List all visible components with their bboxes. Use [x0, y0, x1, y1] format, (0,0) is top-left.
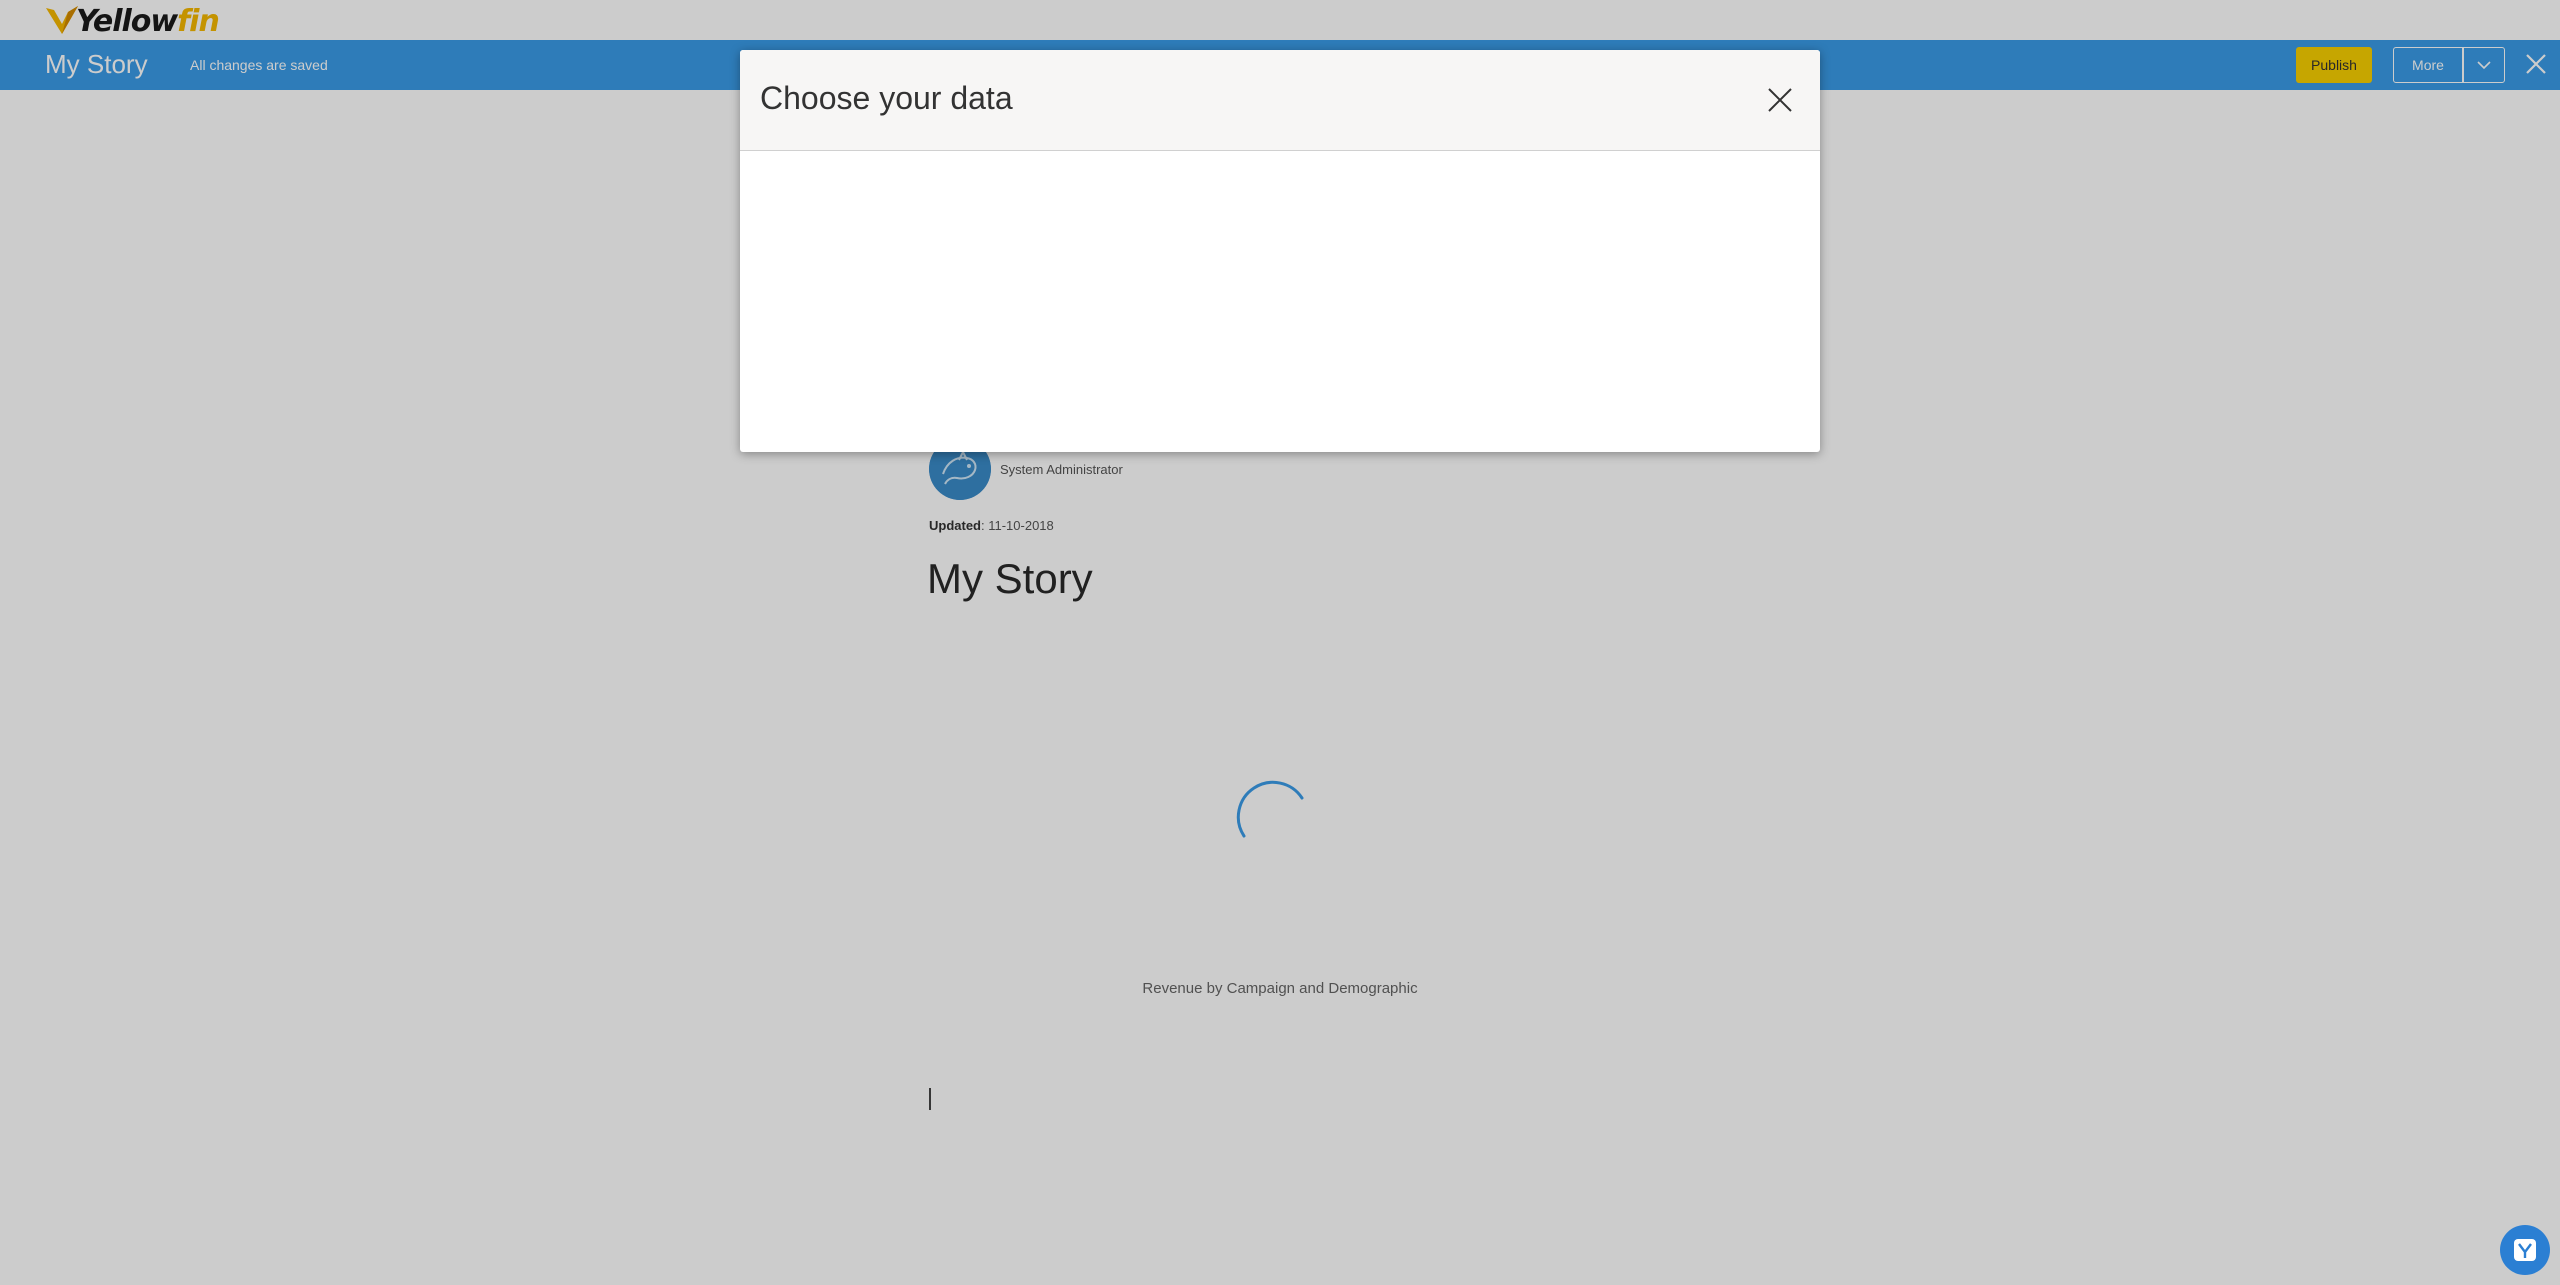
- dialog-close-button[interactable]: [1764, 84, 1796, 116]
- dialog-title: Choose your data: [760, 80, 1013, 116]
- dialog-header: Choose your data: [740, 50, 1820, 151]
- help-button[interactable]: [2500, 1225, 2550, 1275]
- yellowfin-help-icon: [2514, 1239, 2536, 1261]
- choose-data-dialog: Choose your data: [740, 50, 1820, 452]
- close-icon: [1768, 88, 1792, 112]
